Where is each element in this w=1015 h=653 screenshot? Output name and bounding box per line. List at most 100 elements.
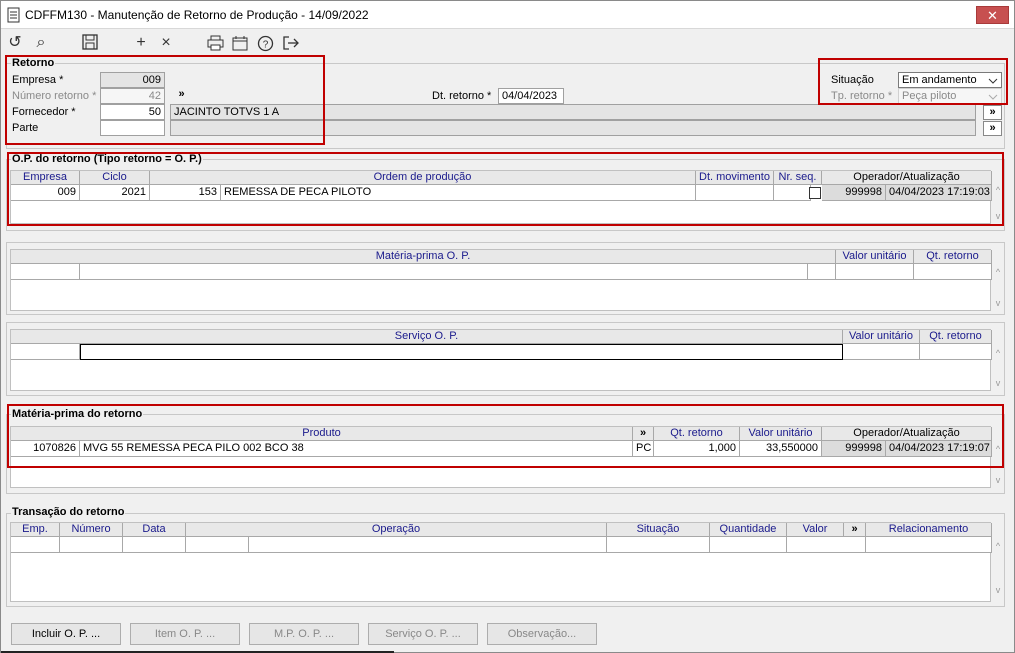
tr-cell-emp[interactable] bbox=[11, 537, 60, 553]
tr-header-quantidade[interactable]: Quantidade bbox=[710, 523, 787, 537]
mp-ret-header-produto[interactable]: Produto bbox=[11, 427, 633, 441]
tr-header-more[interactable]: » bbox=[844, 523, 866, 537]
title-bar: CDFFM130 - Manutenção de Retorno de Prod… bbox=[1, 1, 1014, 29]
tr-header-situacao[interactable]: Situação bbox=[607, 523, 710, 537]
parte-lookup-button[interactable]: » bbox=[983, 121, 1002, 136]
serv-op-header-qt[interactable]: Qt. retorno bbox=[920, 330, 992, 344]
scroll-down-icon[interactable]: v bbox=[991, 298, 1005, 308]
add-icon[interactable]: + bbox=[131, 33, 151, 53]
mp-op-cell-un[interactable] bbox=[808, 264, 836, 280]
fornecedor-lookup-button[interactable]: » bbox=[983, 105, 1002, 120]
mp-ret-header-valor[interactable]: Valor unitário bbox=[740, 427, 822, 441]
scroll-up-icon[interactable]: ^ bbox=[991, 444, 1005, 454]
tr-header-operacao[interactable]: Operação bbox=[186, 523, 607, 537]
mp-op-header-materia[interactable]: Matéria-prima O. P. bbox=[11, 250, 836, 264]
help-icon[interactable]: ? bbox=[257, 35, 274, 52]
serv-op-cell-qt[interactable] bbox=[920, 344, 992, 360]
mp-op-cell-valor[interactable] bbox=[836, 264, 914, 280]
tp-retorno-select[interactable]: Peça piloto bbox=[898, 88, 1002, 104]
save-icon[interactable] bbox=[82, 34, 98, 50]
toolbar: ↺ ⌕ + × ? bbox=[1, 30, 1014, 56]
tr-cell-op-codigo[interactable] bbox=[186, 537, 249, 553]
mp-ret-cell-atualizacao: 04/04/2023 17:19:07 bbox=[886, 441, 992, 457]
calendar-icon[interactable] bbox=[232, 35, 248, 51]
mp-ret-cell-descricao[interactable]: MVG 55 REMESSA PECA PILO 002 BCO 38 bbox=[80, 441, 633, 457]
scroll-up-icon[interactable]: ^ bbox=[991, 267, 1005, 277]
tr-cell-quantidade[interactable] bbox=[710, 537, 787, 553]
op-grid: Empresa Ciclo Ordem de produção Dt. movi… bbox=[10, 170, 992, 224]
print-icon[interactable] bbox=[207, 35, 224, 51]
op-cell-ordem-desc[interactable]: REMESSA DE PECA PILOTO bbox=[221, 185, 696, 201]
situacao-select[interactable]: Em andamento bbox=[898, 72, 1002, 88]
mp-ret-cell-valor[interactable]: 33,550000 bbox=[740, 441, 822, 457]
serv-op-header-valor[interactable]: Valor unitário bbox=[843, 330, 920, 344]
tr-cell-numero[interactable] bbox=[60, 537, 123, 553]
tr-cell-data[interactable] bbox=[123, 537, 186, 553]
tr-header-numero[interactable]: Número bbox=[60, 523, 123, 537]
servico-op-button[interactable]: Serviço O. P. ... bbox=[368, 623, 478, 645]
item-op-button[interactable]: Item O. P. ... bbox=[130, 623, 240, 645]
delete-icon[interactable]: × bbox=[156, 33, 176, 53]
op-cell-ciclo[interactable]: 2021 bbox=[80, 185, 150, 201]
observacao-button[interactable]: Observação... bbox=[487, 623, 597, 645]
scroll-down-icon[interactable]: v bbox=[991, 585, 1005, 595]
op-header-dt-movimento[interactable]: Dt. movimento bbox=[696, 171, 774, 185]
mp-op-header-qt[interactable]: Qt. retorno bbox=[914, 250, 992, 264]
mp-op-header-valor[interactable]: Valor unitário bbox=[836, 250, 914, 264]
parte-desc-field bbox=[170, 120, 976, 136]
tr-header-emp[interactable]: Emp. bbox=[11, 523, 60, 537]
incluir-op-button[interactable]: Incluir O. P. ... bbox=[11, 623, 121, 645]
serv-op-cell-descricao[interactable] bbox=[80, 344, 843, 360]
scroll-down-icon[interactable]: v bbox=[991, 211, 1005, 221]
close-button[interactable]: ✕ bbox=[976, 6, 1009, 24]
serv-op-cell-valor[interactable] bbox=[843, 344, 920, 360]
op-row-checkbox[interactable] bbox=[809, 187, 821, 199]
op-cell-empresa[interactable]: 009 bbox=[11, 185, 80, 201]
fornecedor-field[interactable]: 50 bbox=[100, 104, 165, 120]
mp-op-cell-descricao[interactable] bbox=[80, 264, 808, 280]
undo-icon[interactable]: ↺ bbox=[5, 33, 25, 53]
numero-retorno-field[interactable]: 42 bbox=[100, 88, 165, 104]
mp-op-button[interactable]: M.P. O. P. ... bbox=[249, 623, 359, 645]
mp-ret-cell-operador: 999998 bbox=[822, 441, 886, 457]
exit-icon[interactable] bbox=[282, 35, 300, 51]
mp-ret-header-more[interactable]: » bbox=[633, 427, 654, 441]
op-cell-ordem-num[interactable]: 153 bbox=[150, 185, 221, 201]
scroll-down-icon[interactable]: v bbox=[991, 378, 1005, 388]
mp-ret-cell-un[interactable]: PC bbox=[633, 441, 654, 457]
parte-field[interactable] bbox=[100, 120, 165, 136]
serv-op-cell-codigo[interactable] bbox=[11, 344, 80, 360]
window-title: CDFFM130 - Manutenção de Retorno de Prod… bbox=[25, 8, 369, 22]
empresa-field[interactable]: 009 bbox=[100, 72, 165, 88]
mp-ret-cell-qt[interactable]: 1,000 bbox=[654, 441, 740, 457]
mp-op-cell-codigo[interactable] bbox=[11, 264, 80, 280]
op-header-ordem[interactable]: Ordem de produção bbox=[150, 171, 696, 185]
tr-header-valor[interactable]: Valor bbox=[787, 523, 844, 537]
scroll-up-icon[interactable]: ^ bbox=[991, 185, 1005, 195]
mp-ret-cell-codigo[interactable]: 1070826 bbox=[11, 441, 80, 457]
scroll-down-icon[interactable]: v bbox=[991, 475, 1005, 485]
tr-header-data[interactable]: Data bbox=[123, 523, 186, 537]
serv-op-header-servico[interactable]: Serviço O. P. bbox=[11, 330, 843, 344]
op-cell-dt[interactable] bbox=[696, 185, 774, 201]
tr-cell-situacao[interactable] bbox=[607, 537, 710, 553]
op-header-empresa[interactable]: Empresa bbox=[11, 171, 80, 185]
mp-ret-header-operador[interactable]: Operador/Atualização bbox=[822, 427, 992, 441]
scroll-up-icon[interactable]: ^ bbox=[991, 348, 1005, 358]
dt-retorno-field[interactable]: 04/04/2023 bbox=[498, 88, 564, 104]
search-icon[interactable]: ⌕ bbox=[31, 33, 51, 53]
tr-cell-operacao[interactable] bbox=[249, 537, 607, 553]
tr-header-relacionamento[interactable]: Relacionamento bbox=[866, 523, 992, 537]
op-cell-seq[interactable] bbox=[774, 185, 811, 201]
op-header-nr-seq[interactable]: Nr. seq. bbox=[774, 171, 822, 185]
tp-retorno-label: Tp. retorno * bbox=[831, 90, 893, 102]
scroll-up-icon[interactable]: ^ bbox=[991, 541, 1005, 551]
mp-ret-header-qt[interactable]: Qt. retorno bbox=[654, 427, 740, 441]
tr-cell-relacionamento[interactable] bbox=[866, 537, 992, 553]
numero-lookup-button[interactable]: » bbox=[172, 88, 191, 103]
transacao-title: Transação do retorno bbox=[11, 506, 126, 518]
op-header-ciclo[interactable]: Ciclo bbox=[80, 171, 150, 185]
tr-cell-valor[interactable] bbox=[787, 537, 866, 553]
mp-op-cell-qt[interactable] bbox=[914, 264, 992, 280]
op-header-operador[interactable]: Operador/Atualização bbox=[822, 171, 992, 185]
